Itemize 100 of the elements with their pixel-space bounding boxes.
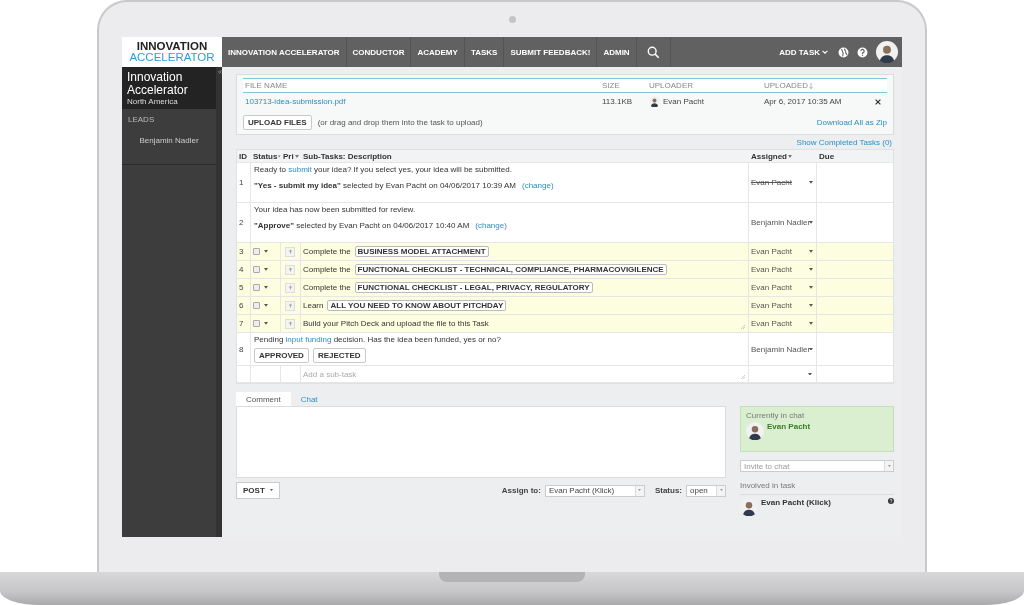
decision-button[interactable]: APPROVED	[254, 348, 309, 363]
assign-label: Assign to:	[501, 486, 541, 495]
status-select[interactable]: open	[686, 484, 726, 497]
involved-heading: Involved in task	[740, 481, 796, 490]
resize-grip-icon[interactable]	[741, 375, 745, 379]
arrow-up-icon	[287, 321, 293, 326]
file-link[interactable]: 103713-idea-submission.pdf	[243, 97, 600, 106]
comment-field[interactable]	[236, 406, 726, 478]
sidebar-title: Innovation Accelerator	[127, 71, 189, 98]
lead-name[interactable]: Benjamin Nadler	[139, 136, 199, 146]
upload-files-button[interactable]: UPLOAD FILES	[243, 115, 312, 130]
task-text: Build your Pitch Deck and upload the file to this Task	[303, 319, 489, 328]
nav-item[interactable]: INNOVATION ACCELERATOR	[222, 37, 347, 67]
arrow-up-icon	[287, 303, 293, 308]
collapse-icon[interactable]	[218, 70, 222, 74]
decision-text: "Yes - submit my idea" selected by Evan Pacht on 04/06/2017 10:39 AM	[254, 181, 516, 190]
upload-date: Apr 6, 2017 10:35 AM	[763, 97, 843, 106]
post-button[interactable]: POST	[236, 482, 280, 499]
avatar	[649, 96, 660, 107]
caret-icon	[269, 489, 273, 492]
uploader: Evan Pacht	[647, 96, 762, 107]
column-header[interactable]: Sub-Tasks: Description	[301, 150, 749, 162]
tab[interactable]: Comment	[236, 392, 291, 406]
download-zip-link[interactable]: Download All as Zip	[814, 118, 887, 127]
assignee: Evan Pacht	[751, 247, 793, 256]
sidebar-subtitle: North America	[127, 97, 179, 107]
column-header[interactable]: Assigned	[749, 150, 817, 162]
task-link-tag[interactable]: FUNCTIONAL CHECKLIST - TECHNICAL, COMPLIANCE, PHARMACOVIGILENCE	[354, 264, 667, 275]
caret-icon	[809, 286, 813, 289]
caret-icon	[638, 489, 642, 492]
row-id: 4	[239, 265, 244, 274]
add-task-button[interactable]: ADD TASK	[773, 37, 834, 67]
column-header[interactable]: Status	[251, 150, 281, 162]
decision-button[interactable]: REJECTED	[312, 348, 366, 363]
checkbox[interactable]	[253, 302, 260, 309]
logo[interactable]: INNOVATION ACCELERATOR	[122, 37, 222, 67]
caret-icon	[264, 304, 268, 307]
prompt-link[interactable]: submit	[288, 165, 312, 174]
checkbox[interactable]	[253, 284, 260, 291]
priority-button[interactable]	[285, 246, 295, 257]
task-link-tag[interactable]: FUNCTIONAL CHECKLIST - LEGAL, PRIVACY, REGULATORY	[354, 282, 593, 293]
chevron-down-icon	[822, 50, 828, 54]
row-id: 6	[239, 301, 244, 310]
file-size: 113.1KB	[601, 97, 634, 106]
caret-icon	[809, 268, 813, 271]
column-header[interactable]: Due	[817, 150, 893, 162]
row-id: 8	[239, 344, 244, 354]
nav-item[interactable]: ACADEMY	[411, 37, 465, 67]
caret-icon	[809, 221, 813, 224]
caret-icon	[809, 304, 813, 307]
priority-button[interactable]	[285, 282, 295, 293]
tab[interactable]: Chat	[290, 392, 328, 406]
checkbox[interactable]	[253, 320, 260, 327]
row-id: 5	[239, 283, 244, 292]
caret-icon	[264, 268, 268, 271]
task-prompt: Ready to submit your idea? If you select yes, your idea will be submitted.	[254, 165, 513, 174]
priority-button[interactable]	[285, 318, 295, 329]
task-link-tag[interactable]: BUSINESS MODEL ATTACHMENT	[354, 246, 489, 257]
assignee: Benjamin Nadler	[751, 344, 809, 354]
caret-icon	[809, 181, 813, 184]
row-id: 3	[239, 247, 244, 256]
column-header[interactable]: FILE NAME	[243, 81, 600, 90]
caret-icon	[887, 464, 891, 468]
assignee: Evan Pacht	[751, 319, 793, 328]
task-text: Complete the	[303, 265, 351, 274]
column-header[interactable]: ID	[237, 150, 251, 162]
change-link[interactable]: (change)	[473, 221, 507, 230]
column-header[interactable]: SIZE	[600, 81, 647, 90]
show-completed-link[interactable]: Show Completed Tasks (0)	[796, 138, 892, 147]
status-label: Status:	[654, 486, 682, 495]
checkbox[interactable]	[253, 266, 260, 273]
column-header[interactable]: Pri	[281, 150, 301, 162]
task-text: Complete the	[303, 283, 351, 292]
arrow-up-icon	[287, 249, 293, 254]
priority-button[interactable]	[285, 264, 295, 275]
column-header[interactable]: UPLOADER	[647, 81, 762, 90]
help-icon[interactable]	[888, 498, 894, 504]
column-header[interactable]: UPLOADED	[762, 81, 875, 90]
assignee: Evan Pacht	[751, 301, 793, 310]
task-link-tag[interactable]: ALL YOU NEED TO KNOW ABOUT PITCHDAY	[327, 300, 507, 311]
caret-icon	[264, 250, 268, 253]
caret-icon	[264, 322, 268, 325]
camera-icon	[509, 16, 516, 23]
nav-item[interactable]: TASKS	[464, 37, 505, 67]
caret-icon	[719, 489, 723, 492]
caret-icon	[809, 250, 813, 253]
resize-grip-icon[interactable]	[741, 325, 745, 329]
row-id: 1	[239, 178, 244, 187]
close-icon[interactable]	[875, 98, 881, 105]
change-link[interactable]: (change)	[520, 181, 554, 190]
task-text: Complete the	[303, 247, 351, 256]
checkbox[interactable]	[253, 248, 260, 255]
nav-item[interactable]: CONDUCTOR	[346, 37, 412, 67]
assign-select[interactable]: Evan Pacht (Klick)	[544, 484, 645, 497]
nav-item[interactable]: SUBMIT FEEDBACK!	[504, 37, 598, 67]
task-prompt: Pending input funding decision. Has the idea been funded, yes or no?	[254, 335, 501, 344]
nav-item[interactable]: ADMIN	[597, 37, 637, 67]
chat-member: Evan Pacht	[767, 422, 811, 431]
priority-button[interactable]	[285, 300, 295, 311]
prompt-link[interactable]: input funding	[285, 335, 332, 344]
